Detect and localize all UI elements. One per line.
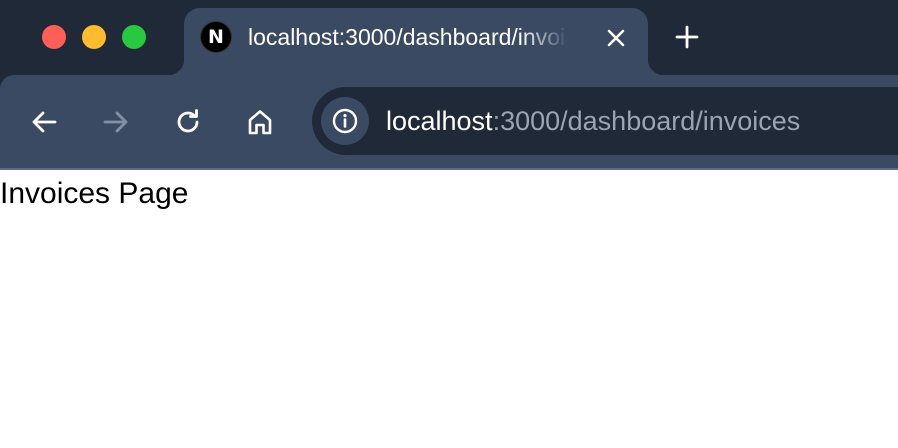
browser-toolbar: localhost:3000/dashboard/invoices [0, 75, 898, 168]
nextjs-favicon-icon: N [200, 21, 232, 53]
page-heading: Invoices Page [0, 177, 189, 210]
maximize-window-button[interactable] [122, 25, 146, 49]
page-viewport: Invoices Page [0, 170, 898, 448]
url-path: :3000/dashboard/invoices [492, 106, 801, 136]
minimize-window-button[interactable] [82, 25, 106, 49]
address-bar[interactable]: localhost:3000/dashboard/invoices [312, 87, 898, 155]
close-window-button[interactable] [42, 25, 66, 49]
url-text[interactable]: localhost:3000/dashboard/invoices [386, 104, 800, 138]
url-host: localhost [386, 106, 493, 136]
new-tab-plus-icon[interactable] [670, 20, 704, 54]
forward-arrow-icon[interactable] [99, 105, 133, 139]
tab-title: localhost:3000/dashboard/invoices [248, 24, 568, 50]
close-tab-icon[interactable] [600, 22, 632, 54]
home-icon[interactable] [243, 105, 277, 139]
back-arrow-icon[interactable] [27, 105, 61, 139]
site-info-icon[interactable] [321, 97, 369, 145]
reload-icon[interactable] [171, 105, 205, 139]
browser-title-bar: N localhost:3000/dashboard/invoices [0, 0, 898, 75]
browser-tab-active[interactable]: N localhost:3000/dashboard/invoices [168, 8, 664, 75]
